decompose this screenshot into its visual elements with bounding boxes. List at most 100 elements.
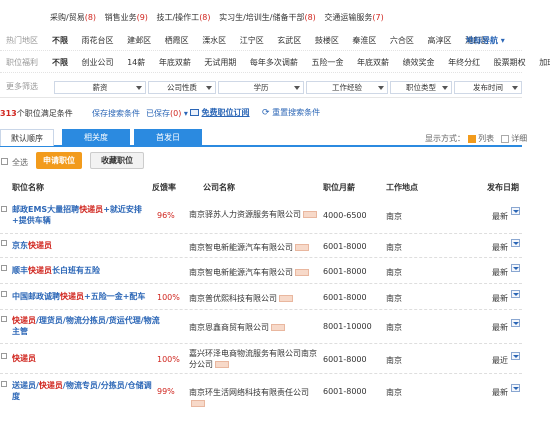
- benefits-filter: 职位福利 不限 创业公司 14薪 年底双薪 无试用期 每年多次调薪 五险一金 年…: [0, 53, 550, 73]
- feedback-rate: 99%: [157, 387, 175, 396]
- job-title-link[interactable]: 京东快递员: [12, 240, 152, 251]
- row-expand-dropdown[interactable]: [511, 207, 520, 215]
- table-row[interactable]: 中国邮政诚聘快递员+五险一金+配车 100% 南京普优熙科技有限公司 6001-…: [0, 284, 522, 310]
- area-option[interactable]: 栖霞区: [165, 36, 189, 45]
- category-item[interactable]: 交通运输服务(7): [324, 13, 383, 22]
- category-item[interactable]: 实习生/培训生/储备干部(8): [219, 13, 316, 22]
- company-type-select[interactable]: 公司性质: [148, 81, 216, 94]
- company-link[interactable]: 南京驿苏人力资源服务有限公司: [189, 209, 319, 220]
- job-title-link[interactable]: 送递员/快递员/物流专员/分拣员/仓储调度: [12, 380, 152, 402]
- table-row[interactable]: 顺丰快递员长白班有五险 南京智电新能源汽车有限公司 6001-8000 南京 最…: [0, 258, 522, 284]
- col-date: 发布日期: [487, 183, 519, 192]
- salary: 6001-8000: [323, 355, 367, 364]
- category-item[interactable]: 采购/贸易(8): [50, 13, 96, 22]
- area-option[interactable]: 建邺区: [127, 36, 151, 45]
- experience-select[interactable]: 工作经验: [306, 81, 388, 94]
- benefit-option[interactable]: 每年多次调薪: [250, 58, 298, 67]
- subscribe-link[interactable]: 免费职位订阅: [190, 107, 250, 118]
- table-row[interactable]: 邮政EMS大量招聘快递员+就近安排+提供车辆 96% 南京驿苏人力资源服务有限公…: [0, 200, 522, 234]
- benefit-option[interactable]: 年底双薪: [357, 58, 389, 67]
- benefit-option[interactable]: 五险一金: [311, 58, 343, 67]
- tab-first-publish[interactable]: 首发日: [134, 129, 202, 146]
- area-option[interactable]: 鼓楼区: [315, 36, 339, 45]
- job-title-link[interactable]: 快递员: [12, 353, 152, 364]
- company-link[interactable]: 嘉兴环泽电商物流服务有限公司南京分公司: [189, 348, 321, 370]
- row-checkbox[interactable]: [1, 206, 7, 212]
- job-title-link[interactable]: 中国邮政诚聘快递员+五险一金+配车: [12, 291, 157, 302]
- benefit-option[interactable]: 年底双薪: [159, 58, 191, 67]
- feedback-rate: 96%: [157, 211, 175, 220]
- row-expand-dropdown[interactable]: [511, 319, 520, 327]
- detail-icon[interactable]: [500, 134, 509, 143]
- benefit-option[interactable]: 股票期权: [494, 58, 526, 67]
- table-row[interactable]: 京东快递员 南京智电新能源汽车有限公司 6001-8000 南京 最新: [0, 234, 522, 258]
- benefit-option[interactable]: 无试用期: [204, 58, 236, 67]
- row-expand-dropdown[interactable]: [511, 352, 520, 360]
- row-checkbox[interactable]: [1, 240, 7, 246]
- benefit-option[interactable]: 年终分红: [448, 58, 480, 67]
- area-option[interactable]: 雨花台区: [82, 36, 114, 45]
- collect-button[interactable]: 收藏职位: [90, 152, 144, 169]
- job-title-link[interactable]: 顺丰快递员长白班有五险: [12, 265, 152, 276]
- table-row[interactable]: 送递员/快递员/物流专员/分拣员/仓储调度 99% 南京环生活网络科技有限责任公…: [0, 374, 522, 410]
- col-company: 公司名称: [203, 183, 235, 192]
- benefit-option[interactable]: 创业公司: [82, 58, 114, 67]
- salary-select[interactable]: 薪资: [54, 81, 146, 94]
- row-checkbox[interactable]: [1, 353, 7, 359]
- row-expand-dropdown[interactable]: [511, 264, 520, 272]
- area-option[interactable]: 不限: [52, 36, 68, 45]
- publish-date: 最新: [492, 243, 508, 252]
- landmark-nav-link[interactable]: 地标导航 ▾: [466, 35, 505, 46]
- row-checkbox[interactable]: [1, 381, 7, 387]
- area-option[interactable]: 六合区: [390, 36, 414, 45]
- area-option[interactable]: 秦淮区: [352, 36, 376, 45]
- select-all-checkbox[interactable]: [1, 158, 8, 165]
- benefit-option[interactable]: 14薪: [127, 58, 145, 67]
- list-view-button[interactable]: 列表: [478, 134, 494, 143]
- company-link[interactable]: 南京智电新能源汽车有限公司: [189, 267, 319, 278]
- list-icon[interactable]: [467, 134, 476, 143]
- education-select[interactable]: 学历: [218, 81, 304, 94]
- area-option[interactable]: 玄武区: [277, 36, 301, 45]
- area-option[interactable]: 高淳区: [427, 36, 451, 45]
- detail-view-button[interactable]: 详细: [511, 134, 527, 143]
- reset-link[interactable]: ⟳ 重置搜索条件: [262, 107, 320, 118]
- company-link[interactable]: 南京智电新能源汽车有限公司: [189, 242, 319, 253]
- apply-button[interactable]: 申请职位: [36, 152, 82, 169]
- saved-condition-dropdown[interactable]: 已保存(0) ▾: [146, 108, 188, 119]
- mail-icon: [190, 109, 199, 116]
- publish-time-select[interactable]: 发布时间: [454, 81, 522, 94]
- table-row[interactable]: 快递员/理货员/物流分拣员/货运代理/物流主管 南京恩鑫商贸有限公司 8001-…: [0, 310, 522, 344]
- row-checkbox[interactable]: [1, 265, 7, 271]
- area-option[interactable]: 江宁区: [240, 36, 264, 45]
- verified-badge-icon: [191, 400, 205, 407]
- chevron-down-icon: ▾: [500, 36, 505, 45]
- company-link[interactable]: 南京环生活网络科技有限责任公司: [189, 387, 323, 409]
- job-type-select[interactable]: 职位类型: [390, 81, 452, 94]
- location: 南京: [386, 323, 402, 332]
- save-condition-link[interactable]: 保存搜索条件: [92, 108, 140, 119]
- company-link[interactable]: 南京普优熙科技有限公司: [189, 293, 319, 304]
- benefit-option[interactable]: 加班补助: [539, 58, 550, 67]
- caret-icon: [512, 86, 518, 90]
- row-expand-dropdown[interactable]: [511, 239, 520, 247]
- row-expand-dropdown[interactable]: [511, 384, 520, 392]
- category-item[interactable]: 销售业务(9): [105, 13, 148, 22]
- job-title-link[interactable]: 快递员/理货员/物流分拣员/货运代理/物流主管: [12, 315, 162, 337]
- feedback-rate: 100%: [157, 293, 180, 302]
- tab-default[interactable]: 默认顺序: [0, 129, 54, 146]
- row-checkbox[interactable]: [1, 291, 7, 297]
- category-item[interactable]: 技工/操作工(8): [156, 13, 210, 22]
- category-row: 采购/贸易(8) 销售业务(9) 技工/操作工(8) 实习生/培训生/储备干部(…: [50, 12, 390, 23]
- tab-relevance[interactable]: 相关度: [62, 129, 130, 146]
- company-link[interactable]: 南京恩鑫商贸有限公司: [189, 322, 319, 333]
- area-option[interactable]: 溧水区: [202, 36, 226, 45]
- row-expand-dropdown[interactable]: [511, 290, 520, 298]
- benefit-option[interactable]: 绩效奖金: [403, 58, 435, 67]
- benefit-option[interactable]: 不限: [52, 58, 68, 67]
- row-checkbox[interactable]: [1, 316, 7, 322]
- job-title-link[interactable]: 邮政EMS大量招聘快递员+就近安排+提供车辆: [12, 204, 152, 226]
- hot-area-filter: 热门地区 不限 雨花台区 建邺区 栖霞区 溧水区 江宁区 玄武区 鼓楼区 秦淮区…: [0, 31, 522, 51]
- publish-date: 最新: [492, 212, 508, 221]
- table-row[interactable]: 快递员 100% 嘉兴环泽电商物流服务有限公司南京分公司 6001-8000 南…: [0, 344, 522, 374]
